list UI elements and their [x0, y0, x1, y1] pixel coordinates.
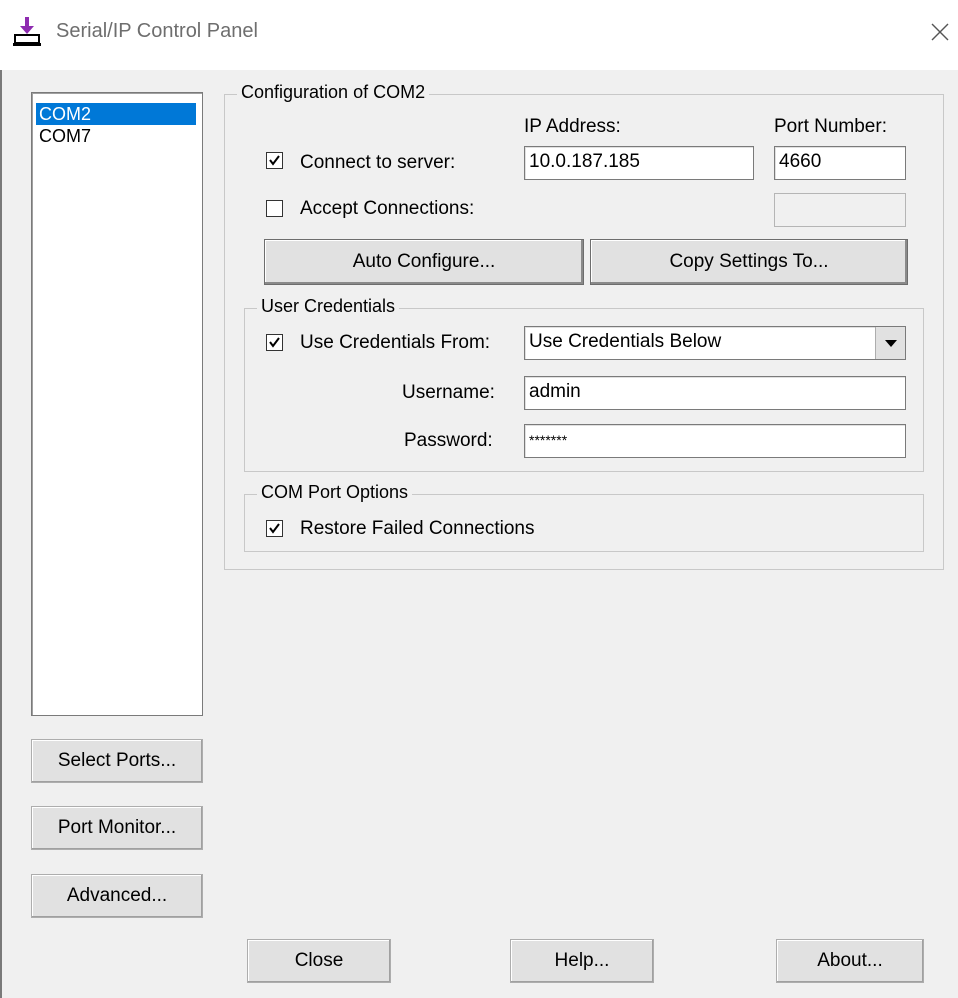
com-port-options-group-title: COM Port Options: [257, 482, 413, 503]
accept-connections-label: Accept Connections:: [300, 198, 475, 219]
accept-connections-checkbox[interactable]: [266, 200, 283, 217]
port-list-item-com7[interactable]: COM7: [36, 125, 196, 147]
chevron-down-icon: [885, 340, 897, 347]
user-credentials-group-title: User Credentials: [257, 296, 400, 317]
window-border: [0, 70, 2, 998]
advanced-button[interactable]: Advanced...: [31, 874, 203, 918]
close-button[interactable]: Close: [247, 939, 391, 983]
close-icon[interactable]: [926, 18, 954, 46]
use-credentials-from-label: Use Credentials From:: [300, 332, 491, 353]
select-ports-button[interactable]: Select Ports...: [31, 739, 203, 783]
connect-to-server-checkbox[interactable]: [266, 152, 283, 169]
help-button[interactable]: Help...: [510, 939, 654, 983]
ip-address-input[interactable]: 10.0.187.185: [524, 146, 754, 180]
configuration-group-title: Configuration of COM2: [237, 82, 430, 103]
dropdown-button[interactable]: [875, 327, 905, 359]
port-monitor-button[interactable]: Port Monitor...: [31, 806, 203, 850]
connect-to-server-label: Connect to server:: [300, 152, 456, 173]
username-label: Username:: [402, 382, 495, 403]
port-list-item-com2[interactable]: COM2: [36, 103, 196, 125]
port-number-input[interactable]: 4660: [774, 146, 906, 180]
port-number-header: Port Number:: [774, 116, 887, 137]
password-label: Password:: [404, 430, 493, 451]
ip-address-header: IP Address:: [524, 116, 621, 137]
app-icon: [12, 17, 42, 47]
copy-settings-button[interactable]: Copy Settings To...: [590, 239, 908, 285]
restore-failed-connections-checkbox[interactable]: [266, 520, 283, 537]
use-credentials-from-checkbox[interactable]: [266, 334, 283, 351]
username-input[interactable]: admin: [524, 376, 906, 410]
about-button[interactable]: About...: [776, 939, 924, 983]
restore-failed-connections-label: Restore Failed Connections: [300, 518, 535, 539]
window-title: Serial/IP Control Panel: [56, 20, 258, 42]
auto-configure-button[interactable]: Auto Configure...: [264, 239, 584, 285]
accept-port-input[interactable]: [774, 193, 906, 227]
credentials-source-value: Use Credentials Below: [529, 331, 722, 352]
password-input[interactable]: *******: [524, 424, 906, 458]
port-list[interactable]: COM2 COM7: [31, 92, 203, 716]
credentials-source-select[interactable]: Use Credentials Below: [524, 326, 906, 360]
